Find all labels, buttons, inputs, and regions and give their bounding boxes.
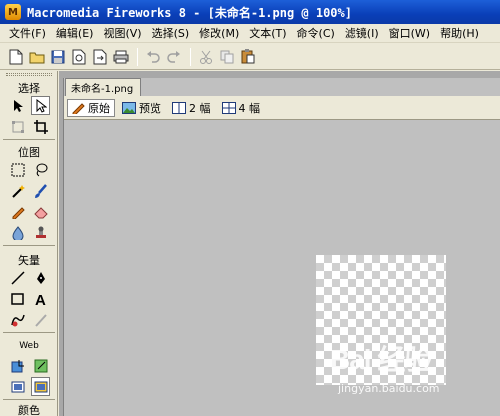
view-mode-bar: 原始 预览 2 幅 4 幅 — [64, 96, 500, 120]
rubber-stamp-tool-icon[interactable] — [31, 223, 50, 242]
fireworks-app-icon[interactable]: M — [5, 4, 21, 20]
text-tool-icon[interactable]: A — [31, 289, 50, 308]
section-label-web: Web — [19, 341, 39, 351]
marquee-tool-icon[interactable] — [8, 160, 27, 179]
export-icon[interactable] — [90, 47, 110, 67]
section-label-vector: 矢量 — [18, 254, 40, 267]
svg-text:A: A — [35, 292, 46, 306]
menu-select[interactable]: 选择(S) — [147, 25, 195, 41]
tab-original[interactable]: 原始 — [67, 98, 115, 117]
menu-view[interactable]: 视图(V) — [98, 25, 146, 41]
section-label-colors: 颜色 — [18, 404, 40, 416]
menu-filters[interactable]: 滤镜(I) — [340, 25, 384, 41]
cut-icon[interactable] — [196, 47, 216, 67]
menu-text[interactable]: 文本(T) — [244, 25, 291, 41]
watermark-url: jingyan.baidu.com — [338, 382, 440, 395]
line-tool-icon[interactable] — [8, 268, 27, 287]
menu-edit[interactable]: 编辑(E) — [51, 25, 99, 41]
blur-tool-icon[interactable] — [8, 223, 27, 242]
show-slices-icon[interactable] — [31, 377, 50, 396]
slice-tool-icon[interactable] — [31, 356, 50, 375]
rectangle-tool-icon[interactable] — [8, 289, 27, 308]
menu-help[interactable]: 帮助(H) — [435, 25, 484, 41]
main-toolbar — [0, 44, 500, 70]
open-folder-icon[interactable] — [27, 47, 47, 67]
section-label-bitmap: 位图 — [18, 146, 40, 159]
crop-tool-icon[interactable] — [31, 117, 50, 136]
freeform-tool-icon[interactable] — [8, 310, 27, 329]
toolbar-separator — [190, 47, 191, 66]
section-divider — [3, 332, 55, 333]
copy-icon[interactable] — [217, 47, 237, 67]
preview-icon — [122, 101, 136, 114]
new-file-icon[interactable] — [6, 47, 26, 67]
pencil-icon — [72, 103, 85, 114]
tab-original-label: 原始 — [88, 101, 110, 115]
title-bar: M Macromedia Fireworks 8 - [未命名-1.png @ … — [0, 0, 500, 24]
undo-icon[interactable] — [143, 47, 163, 67]
tools-panel: 选择 位图 矢量 A Web 颜色 — [0, 71, 58, 416]
menu-commands[interactable]: 命令(C) — [292, 25, 340, 41]
tab-4-up-label: 4 幅 — [238, 101, 261, 115]
panel-grip[interactable] — [6, 73, 52, 76]
lasso-tool-icon[interactable] — [31, 160, 50, 179]
window-title: Macromedia Fireworks 8 - [未命名-1.png @ 10… — [27, 5, 352, 20]
document-tab[interactable]: 未命名-1.png — [65, 78, 141, 96]
knife-tool-icon[interactable] — [31, 310, 50, 329]
watermark-logo: Bai 经验 — [330, 344, 432, 375]
menu-file[interactable]: 文件(F) — [4, 25, 51, 41]
2-up-icon — [172, 101, 186, 114]
menu-bar: 文件(F) 编辑(E) 视图(V) 选择(S) 修改(M) 文本(T) 命令(C… — [0, 24, 500, 43]
baidu-jingyan-watermark: Bai 经验 jingyan.baidu.com — [330, 332, 500, 416]
eraser-tool-icon[interactable] — [31, 202, 50, 221]
print-icon[interactable] — [111, 47, 131, 67]
section-label-select: 选择 — [18, 82, 40, 95]
section-divider — [3, 139, 55, 140]
redo-icon[interactable] — [164, 47, 184, 67]
pointer-tool-icon[interactable] — [8, 96, 27, 115]
magic-wand-tool-icon[interactable] — [8, 181, 27, 200]
tab-4-up[interactable]: 4 幅 — [218, 99, 265, 117]
menu-window[interactable]: 窗口(W) — [384, 25, 435, 41]
menu-modify[interactable]: 修改(M) — [194, 25, 244, 41]
pencil-tool-icon[interactable] — [8, 202, 27, 221]
scale-tool-icon[interactable] — [8, 117, 27, 136]
import-icon[interactable] — [69, 47, 89, 67]
toolbar-separator — [137, 47, 138, 66]
tab-2-up-label: 2 幅 — [189, 101, 211, 115]
tab-preview[interactable]: 预览 — [118, 99, 165, 117]
pen-tool-icon[interactable] — [31, 268, 50, 287]
tab-2-up[interactable]: 2 幅 — [168, 99, 215, 117]
section-divider — [3, 399, 55, 400]
subselection-tool-icon[interactable] — [31, 96, 50, 115]
tab-preview-label: 预览 — [139, 101, 161, 115]
4-up-icon — [221, 101, 236, 114]
brush-tool-icon[interactable] — [31, 181, 50, 200]
hide-slices-icon[interactable] — [8, 377, 27, 396]
hotspot-tool-icon[interactable] — [8, 356, 27, 375]
paste-icon[interactable] — [238, 47, 258, 67]
save-icon[interactable] — [48, 47, 68, 67]
section-divider — [3, 245, 55, 246]
